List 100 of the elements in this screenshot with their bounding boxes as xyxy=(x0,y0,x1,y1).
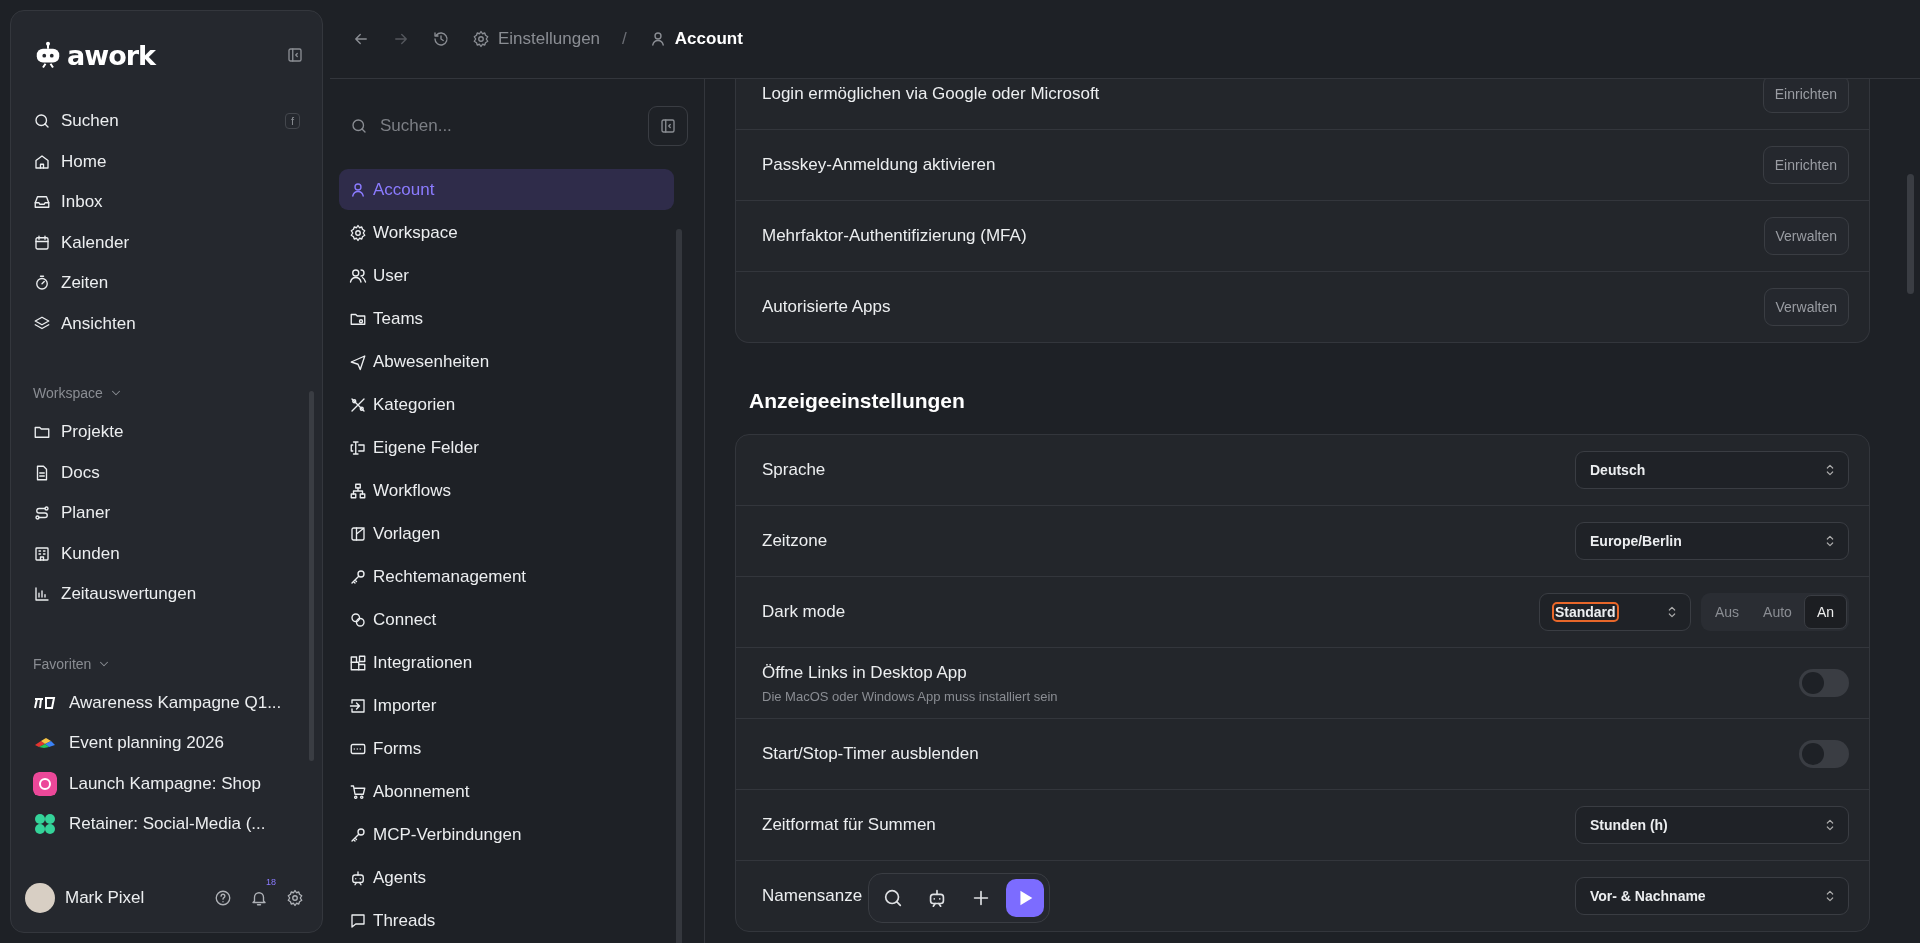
action-button[interactable]: Verwalten xyxy=(1763,217,1849,255)
bar-chart-icon xyxy=(33,585,51,604)
favorite-item[interactable]: Awareness Kampagne Q1... xyxy=(25,682,308,723)
setting-description: Die MacOS oder Windows App muss installiert sein xyxy=(762,688,1058,704)
section-title[interactable]: Favoriten xyxy=(33,655,92,672)
chat-icon xyxy=(349,911,367,930)
search-icon xyxy=(350,117,368,135)
text-field-icon xyxy=(349,438,367,457)
action-button[interactable]: Einrichten xyxy=(1762,146,1849,184)
user-name[interactable]: Mark Pixel xyxy=(65,888,145,908)
breadcrumb-item[interactable]: Einstellungen xyxy=(498,29,601,49)
notification-count: 18 xyxy=(266,877,276,887)
nav-item[interactable]: Ansichten xyxy=(25,303,308,344)
setting-label: Sprache xyxy=(762,460,826,480)
stopwatch-icon xyxy=(33,274,51,293)
setting-label: Namensanze xyxy=(762,886,863,906)
toggle-switch[interactable] xyxy=(1799,740,1849,768)
settings-nav-item[interactable]: Agents xyxy=(339,857,674,898)
import-icon xyxy=(349,696,367,715)
building-icon xyxy=(33,544,51,563)
settings-nav-item[interactable]: Teams xyxy=(339,298,674,339)
settings-nav-item[interactable]: Workflows xyxy=(339,470,674,511)
settings-nav-item[interactable]: Abwesenheiten xyxy=(339,341,674,382)
nav-item[interactable]: Zeitauswertungen xyxy=(25,574,308,615)
settings-nav-item[interactable]: Eigene Felder xyxy=(339,427,674,468)
favorite-item[interactable]: Launch Kampagne: Shop xyxy=(25,763,308,804)
settings-nav-item[interactable]: Importer xyxy=(339,685,674,726)
blocks-icon xyxy=(349,653,367,672)
search-icon xyxy=(882,887,904,909)
settings-nav-item[interactable]: Connect xyxy=(339,599,674,640)
setting-label: Login ermöglichen via Google oder Microsoft xyxy=(762,84,1100,104)
nav-item[interactable]: Planer xyxy=(25,493,308,534)
settings-nav-item[interactable]: Abonnement xyxy=(339,771,674,812)
settings-nav-item[interactable]: Account xyxy=(339,169,674,210)
settings-nav-item[interactable]: Kategorien xyxy=(339,384,674,425)
settings-nav-item[interactable]: Workspace xyxy=(339,212,674,253)
settings-icon xyxy=(472,30,490,48)
search-field[interactable]: Suchen... xyxy=(378,115,638,137)
settings-icon xyxy=(286,889,304,907)
segment-option[interactable]: Aus xyxy=(1702,595,1752,629)
select-field[interactable]: Vor- & Nachname xyxy=(1575,877,1849,915)
key-icon xyxy=(349,567,367,586)
toggle-switch[interactable] xyxy=(1799,669,1849,697)
select-field[interactable]: Deutsch xyxy=(1575,451,1849,489)
logo-icon xyxy=(33,771,57,796)
segment-option[interactable]: An xyxy=(1803,595,1847,629)
settings-nav-item[interactable]: Rechtemanagement xyxy=(339,556,674,597)
select-field[interactable]: Stunden (h) xyxy=(1575,806,1849,844)
panel-toggle-button[interactable] xyxy=(648,106,688,146)
plane-icon xyxy=(349,352,367,371)
favorite-item[interactable]: Event planning 2026 xyxy=(25,723,308,764)
cart-icon xyxy=(349,782,367,801)
calendar-icon xyxy=(33,233,51,252)
sidebar-toggle-icon xyxy=(286,46,304,64)
setting-label: Öffne Links in Desktop App xyxy=(762,662,968,683)
template-icon xyxy=(349,524,367,543)
scrollbar[interactable] xyxy=(1907,174,1914,294)
setting-label: Dark mode xyxy=(762,602,846,622)
setting-label: Autorisierte Apps xyxy=(762,297,891,317)
bell-icon xyxy=(250,889,268,907)
robot-icon xyxy=(349,868,367,887)
gear-icon xyxy=(349,223,367,242)
segment-option[interactable]: Auto xyxy=(1751,595,1804,629)
setting-label: Passkey-Anmeldung aktivieren xyxy=(762,155,996,175)
brand-name: awork xyxy=(67,39,155,71)
play-button[interactable] xyxy=(1006,879,1044,917)
nav-item[interactable]: Projekte xyxy=(25,412,308,453)
select-field[interactable]: Standard xyxy=(1538,593,1691,631)
settings-nav-item[interactable]: Forms xyxy=(339,728,674,769)
favorite-item[interactable]: Retainer: Social-Media (... xyxy=(25,804,308,845)
action-button[interactable]: Einrichten xyxy=(1762,79,1849,113)
action-button[interactable]: Verwalten xyxy=(1763,288,1849,326)
breadcrumb-item: Account xyxy=(674,29,743,49)
nav-item[interactable]: Kunden xyxy=(25,533,308,574)
setting-label: Zeitzone xyxy=(762,531,828,551)
route-icon xyxy=(33,504,51,523)
nav-item[interactable]: Suchen f xyxy=(25,101,308,142)
section-title[interactable]: Workspace xyxy=(33,385,103,401)
user-icon xyxy=(349,180,367,199)
nav-item[interactable]: Inbox xyxy=(25,182,308,223)
users-icon xyxy=(349,266,367,285)
settings-nav-item[interactable]: Integrationen xyxy=(339,642,674,683)
settings-nav-item[interactable]: MCP-Verbindungen xyxy=(339,814,674,855)
panel-icon xyxy=(659,117,677,135)
avatar[interactable] xyxy=(25,883,55,913)
nav-item[interactable]: Zeiten xyxy=(25,263,308,304)
setting-label: Start/Stop-Timer ausblenden xyxy=(762,744,979,764)
breadcrumb-separator: / xyxy=(622,29,627,49)
key-icon xyxy=(349,825,367,844)
hierarchy-icon xyxy=(349,481,367,500)
setting-label: Zeitformat für Summen xyxy=(762,815,936,835)
nav-item[interactable]: Home xyxy=(25,141,308,182)
settings-nav-item[interactable]: Threads xyxy=(339,900,674,941)
nav-item[interactable]: Kalender xyxy=(25,222,308,263)
settings-nav-item[interactable]: Vorlagen xyxy=(339,513,674,554)
logo-icon xyxy=(33,812,57,837)
nav-item[interactable]: Docs xyxy=(25,452,308,493)
link-icon xyxy=(349,610,367,629)
settings-nav-item[interactable]: User xyxy=(339,255,674,296)
select-field[interactable]: Europe/Berlin xyxy=(1575,522,1849,560)
